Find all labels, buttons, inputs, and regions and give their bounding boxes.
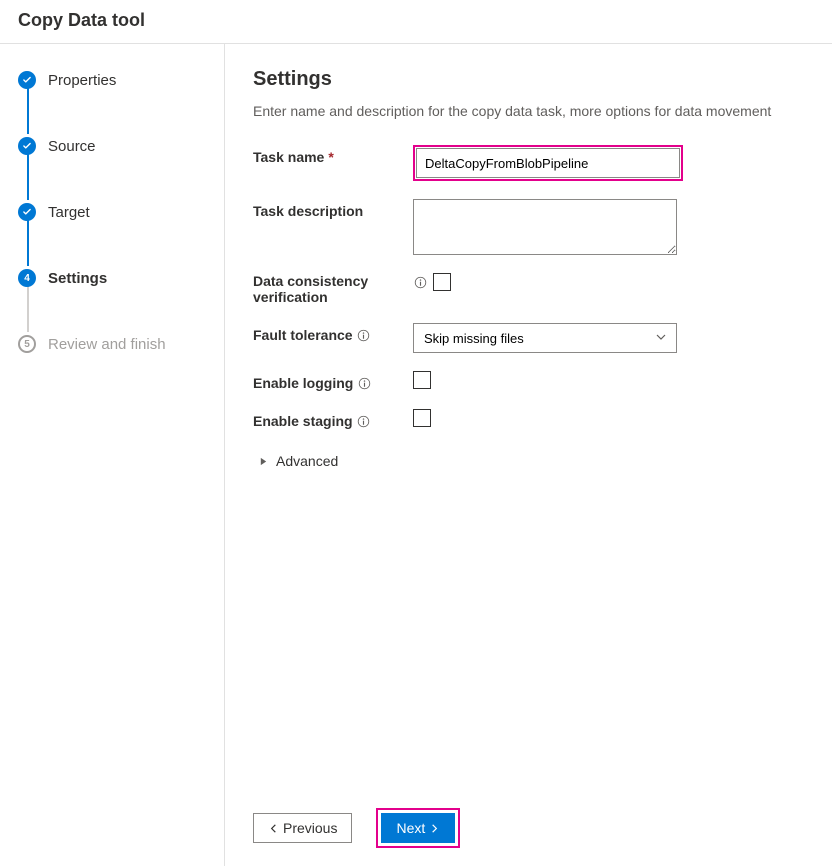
step-properties[interactable]: Properties [18,68,224,92]
task-name-label: Task name * [253,145,413,165]
highlight-task-name [413,145,683,181]
wizard-footer: Previous Next [253,808,802,850]
label-text: Task name [253,149,324,165]
enable-staging-checkbox[interactable] [413,409,431,427]
check-icon [18,137,36,155]
step-number-icon: 5 [18,335,36,353]
step-target[interactable]: Target [18,200,224,224]
advanced-label: Advanced [276,453,338,469]
fault-tolerance-control: Skip missing files [413,323,802,353]
enable-logging-control [413,371,802,389]
button-label: Next [396,820,425,836]
task-name-input[interactable] [416,148,680,178]
enable-logging-checkbox[interactable] [413,371,431,389]
page-title: Copy Data tool [18,10,814,31]
step-label: Settings [48,270,107,287]
enable-staging-row: Enable staging [253,409,802,429]
chevron-right-icon [429,823,440,834]
enable-logging-label: Enable logging [253,371,413,391]
next-button[interactable]: Next [381,813,455,843]
label-text: Task description [253,203,363,219]
enable-staging-label: Enable staging [253,409,413,429]
task-description-control [413,199,802,255]
data-consistency-checkbox[interactable] [433,273,451,291]
wizard-steps-sidebar: Properties Source Target 4 Settings [0,44,225,866]
data-consistency-control [413,273,802,291]
highlight-next: Next [376,808,460,848]
label-text: Fault tolerance [253,327,353,343]
step-number-icon: 4 [18,269,36,287]
label-text: Enable staging [253,413,353,429]
step-connector [27,86,29,134]
task-description-label: Task description [253,199,413,219]
main-panel: Settings Enter name and description for … [225,44,832,866]
step-label: Target [48,204,90,221]
fault-tolerance-label: Fault tolerance [253,323,413,343]
header: Copy Data tool [0,0,832,44]
step-connector [27,218,29,266]
step-review-finish[interactable]: 5 Review and finish [18,332,224,356]
info-icon[interactable] [357,328,371,342]
label-text: Enable logging [253,375,353,391]
info-icon[interactable] [357,376,371,390]
chevron-left-icon [268,823,279,834]
step-settings[interactable]: 4 Settings [18,266,224,290]
step-connector [27,284,29,332]
info-icon[interactable] [357,414,371,428]
data-consistency-label: Data consistency verification [253,273,413,305]
body: Properties Source Target 4 Settings [0,44,832,866]
task-description-input[interactable] [413,199,677,255]
settings-subtitle: Enter name and description for the copy … [253,103,802,119]
enable-logging-row: Enable logging [253,371,802,391]
advanced-toggle[interactable]: Advanced [259,453,802,469]
fault-tolerance-select[interactable]: Skip missing files [413,323,677,353]
previous-button[interactable]: Previous [253,813,352,843]
label-text: Data consistency verification [253,273,413,305]
fault-tolerance-select-wrapper: Skip missing files [413,323,677,353]
step-label: Source [48,138,96,155]
required-asterisk: * [328,149,333,165]
button-label: Previous [283,820,337,836]
enable-staging-control [413,409,802,427]
fault-tolerance-row: Fault tolerance Skip missing files [253,323,802,353]
step-source[interactable]: Source [18,134,224,158]
check-icon [18,71,36,89]
triangle-right-icon [259,453,268,469]
info-icon[interactable] [413,275,427,289]
step-label: Properties [48,72,116,89]
step-connector [27,152,29,200]
settings-title: Settings [253,68,802,91]
steps-list: Properties Source Target 4 Settings [18,68,224,356]
task-name-row: Task name * [253,145,802,181]
task-name-control [413,145,802,181]
step-label: Review and finish [48,336,166,353]
task-description-row: Task description [253,199,802,255]
check-icon [18,203,36,221]
data-consistency-row: Data consistency verification [253,273,802,305]
